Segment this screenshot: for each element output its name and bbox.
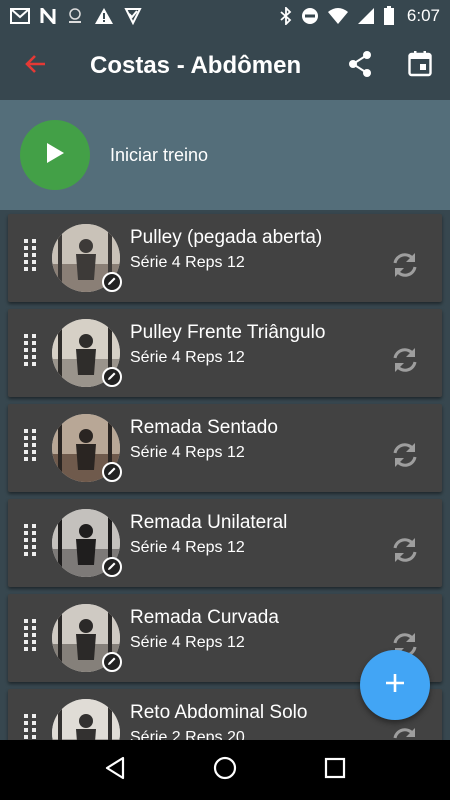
battery-icon bbox=[383, 6, 395, 26]
pencil-icon bbox=[107, 463, 117, 481]
exercise-name: Pulley Frente Triângulo bbox=[130, 322, 326, 343]
bluetooth-icon bbox=[279, 7, 293, 25]
pencil-icon bbox=[107, 558, 117, 576]
swap-exercise-button[interactable] bbox=[388, 440, 422, 474]
navigation-bar bbox=[0, 740, 450, 800]
drag-handle-icon[interactable] bbox=[22, 618, 38, 654]
exercise-card[interactable]: Remada Unilateral Série 4 Reps 12 bbox=[8, 499, 442, 587]
calendar-icon bbox=[408, 50, 432, 82]
start-workout-label[interactable]: Iniciar treino bbox=[110, 145, 208, 166]
warning-icon bbox=[94, 7, 114, 25]
exercise-sets-reps: Série 4 Reps 12 bbox=[130, 634, 245, 651]
back-button[interactable] bbox=[0, 32, 70, 100]
exercise-sets-reps: Série 2 Reps 20 bbox=[130, 729, 245, 740]
share-button[interactable] bbox=[336, 46, 384, 86]
start-workout-panel: Iniciar treino bbox=[0, 100, 450, 210]
swap-exercise-button[interactable] bbox=[388, 345, 422, 379]
exercise-card[interactable]: Remada Sentado Série 4 Reps 12 bbox=[8, 404, 442, 492]
exercise-sets-reps: Série 4 Reps 12 bbox=[130, 349, 245, 366]
exercise-name: Reto Abdominal Solo bbox=[130, 702, 308, 723]
app-logo-icon bbox=[66, 7, 84, 25]
swap-icon bbox=[390, 440, 420, 475]
add-exercise-button[interactable] bbox=[360, 650, 430, 720]
swap-icon bbox=[390, 345, 420, 380]
system-icons: 6:07 bbox=[279, 6, 440, 26]
nav-home-button[interactable] bbox=[205, 750, 245, 790]
start-workout-button[interactable] bbox=[20, 120, 90, 190]
swap-icon bbox=[390, 250, 420, 285]
exercise-sets-reps: Série 4 Reps 12 bbox=[130, 539, 245, 556]
exercise-name: Remada Unilateral bbox=[130, 512, 288, 533]
n-app-icon bbox=[40, 8, 56, 24]
status-bar: 6:07 bbox=[0, 0, 450, 32]
calendar-button[interactable] bbox=[396, 46, 444, 86]
nav-back-icon bbox=[104, 756, 126, 785]
page-title: Costas - Abdômen bbox=[90, 52, 302, 79]
exercise-card[interactable]: Pulley (pegada aberta) Série 4 Reps 12 bbox=[8, 214, 442, 302]
wifi-icon bbox=[327, 7, 349, 25]
drag-handle-icon[interactable] bbox=[22, 238, 38, 274]
gmail-icon bbox=[10, 8, 30, 24]
checkmark-app-icon bbox=[124, 7, 142, 25]
nav-back-button[interactable] bbox=[95, 750, 135, 790]
drag-handle-icon[interactable] bbox=[22, 428, 38, 464]
exercise-thumbnail[interactable] bbox=[52, 699, 120, 740]
swap-exercise-button[interactable] bbox=[388, 250, 422, 284]
play-icon bbox=[44, 141, 66, 170]
exercise-name: Remada Sentado bbox=[130, 417, 278, 438]
do-not-disturb-icon bbox=[301, 7, 319, 25]
pencil-icon bbox=[107, 273, 117, 291]
exercise-card[interactable]: Pulley Frente Triângulo Série 4 Reps 12 bbox=[8, 309, 442, 397]
edit-exercise-button[interactable] bbox=[102, 272, 122, 292]
pencil-icon bbox=[107, 368, 117, 386]
signal-icon bbox=[357, 7, 375, 25]
drag-handle-icon[interactable] bbox=[22, 713, 38, 740]
nav-home-icon bbox=[213, 756, 237, 785]
nav-recents-button[interactable] bbox=[315, 750, 355, 790]
swap-icon bbox=[390, 535, 420, 570]
notification-icons bbox=[10, 7, 142, 25]
edit-exercise-button[interactable] bbox=[102, 367, 122, 387]
nav-recents-icon bbox=[324, 757, 346, 784]
edit-exercise-button[interactable] bbox=[102, 652, 122, 672]
plus-icon bbox=[384, 672, 406, 699]
exercise-sets-reps: Série 4 Reps 12 bbox=[130, 254, 245, 271]
exercise-name: Remada Curvada bbox=[130, 607, 279, 628]
pencil-icon bbox=[107, 653, 117, 671]
share-icon bbox=[347, 50, 373, 83]
exercise-sets-reps: Série 4 Reps 12 bbox=[130, 444, 245, 461]
edit-exercise-button[interactable] bbox=[102, 462, 122, 482]
app-bar: Costas - Abdômen bbox=[0, 32, 450, 100]
arrow-back-icon bbox=[23, 52, 47, 81]
clock: 6:07 bbox=[406, 6, 440, 25]
edit-exercise-button[interactable] bbox=[102, 557, 122, 577]
swap-icon bbox=[390, 725, 420, 741]
swap-exercise-button[interactable] bbox=[388, 535, 422, 569]
drag-handle-icon[interactable] bbox=[22, 523, 38, 559]
swap-exercise-button[interactable] bbox=[388, 725, 422, 740]
drag-handle-icon[interactable] bbox=[22, 333, 38, 369]
exercise-name: Pulley (pegada aberta) bbox=[130, 227, 323, 248]
